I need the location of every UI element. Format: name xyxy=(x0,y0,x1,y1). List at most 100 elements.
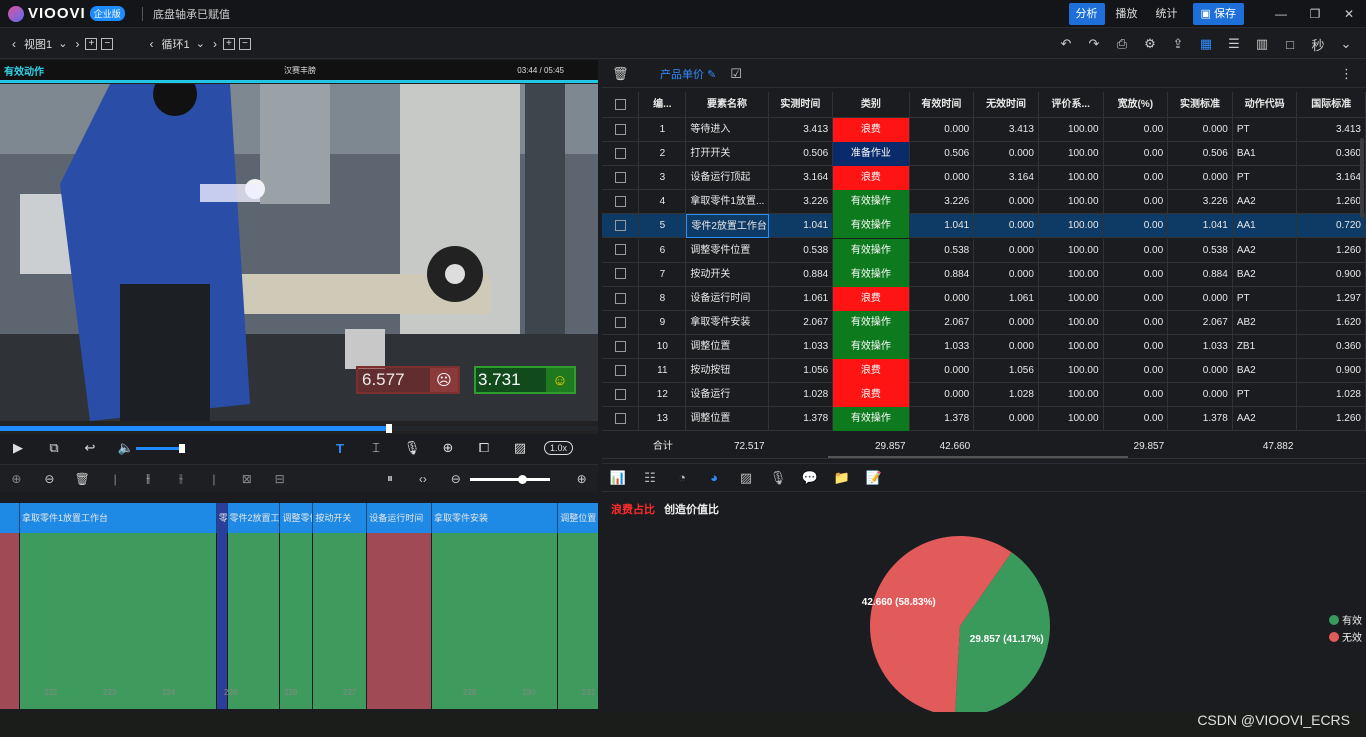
layout-grid-icon[interactable]: ▦ xyxy=(1192,36,1220,52)
cell-name[interactable]: 按动开关 xyxy=(686,262,769,287)
zoom-in-icon[interactable]: ⊕ xyxy=(565,472,598,486)
cell-name[interactable]: 设备运行 xyxy=(686,383,769,408)
select-all-checkbox[interactable] xyxy=(614,98,626,110)
row-checkbox[interactable] xyxy=(614,292,626,304)
table-row[interactable]: 6 调整零件位置 0.538 有效操作 0.538 0.000 100.00 0.00 0.53… xyxy=(602,238,1366,263)
export-icon[interactable]: ⇪ xyxy=(1164,36,1192,52)
row-checkbox[interactable] xyxy=(614,388,626,400)
remove-view-icon[interactable]: − xyxy=(101,37,114,50)
close-button[interactable]: ✕ xyxy=(1332,7,1366,21)
column-header[interactable]: 宽放(%) xyxy=(1104,92,1169,118)
row-checkbox-cell[interactable] xyxy=(602,166,640,191)
column-header[interactable]: 实测时间 xyxy=(769,92,834,118)
cell-name[interactable]: 拿取零件安装 xyxy=(686,310,769,335)
layout-cols-icon[interactable]: ▥ xyxy=(1248,36,1276,52)
add-view-icon[interactable]: + xyxy=(85,37,98,50)
chevron-left-icon[interactable]: ‹ xyxy=(149,37,153,51)
timeline-segment[interactable]: 拿取零件1放置工作台 xyxy=(20,503,217,709)
save-button[interactable]: ▣ 保存 xyxy=(1192,3,1244,25)
timeline-segment[interactable] xyxy=(0,503,20,709)
table-row[interactable]: 12 设备运行 1.028 浪费 0.000 1.028 100.00 0.00 0.000 PT… xyxy=(602,383,1366,408)
timeline-segment[interactable]: 拿取零件安装 xyxy=(432,503,559,709)
row-checkbox-cell[interactable] xyxy=(602,286,640,311)
chevron-right-icon[interactable]: › xyxy=(213,37,217,51)
row-checkbox-cell[interactable] xyxy=(602,262,640,287)
column-header[interactable]: 要素名称 xyxy=(686,92,769,118)
cell-name[interactable]: 等待进入 xyxy=(686,118,769,142)
image-icon[interactable]: ▨ xyxy=(730,470,762,486)
table-row[interactable]: 9 拿取零件安装 2.067 有效操作 2.067 0.000 100.00 0.00 2.06… xyxy=(602,310,1366,335)
row-checkbox-cell[interactable] xyxy=(602,142,640,167)
unit-select[interactable]: 秒 xyxy=(1304,35,1332,54)
row-checkbox-cell[interactable] xyxy=(602,118,640,142)
row-checkbox-cell[interactable] xyxy=(602,238,640,263)
unit-price-link[interactable]: 产品单价 ✎ xyxy=(660,66,716,82)
row-checkbox-cell[interactable] xyxy=(602,383,640,408)
timeline-segment[interactable]: 零件2放置工作台 xyxy=(216,503,228,709)
timeline-segment[interactable]: 调整零件位置 xyxy=(280,503,314,709)
image-icon[interactable]: ▨ xyxy=(502,440,538,456)
row-checkbox-cell[interactable] xyxy=(602,190,640,215)
delete-icon[interactable]: 🗑 xyxy=(66,472,99,486)
column-header[interactable]: 编... xyxy=(639,92,687,118)
table-row[interactable]: 1 等待进入 3.413 浪费 0.000 3.413 100.00 0.00 0.000 PT 3… xyxy=(602,118,1366,142)
table-horizontal-scrollbar[interactable] xyxy=(828,456,1128,458)
table-row[interactable]: 2 打开开关 0.506 准备作业 0.506 0.000 100.00 0.00 0.506 B… xyxy=(602,142,1366,167)
microphone-icon[interactable]: 🎙 xyxy=(394,440,430,456)
settings-icon[interactable]: ⚙ xyxy=(1136,36,1164,52)
row-checkbox[interactable] xyxy=(614,123,626,135)
row-checkbox-cell[interactable] xyxy=(602,334,640,359)
align-icon[interactable]: ⏸ xyxy=(374,471,407,486)
column-header[interactable]: 有效时间 xyxy=(910,92,975,118)
minimize-button[interactable]: — xyxy=(1264,7,1298,21)
cell-name[interactable]: 打开开关 xyxy=(686,142,769,167)
scrubber-handle[interactable] xyxy=(385,424,392,433)
filter-icon[interactable]: ☷ xyxy=(634,470,666,486)
code-icon[interactable]: ‹› xyxy=(406,472,439,486)
microphone-icon[interactable]: 🎙 xyxy=(762,470,794,486)
timeline-segment[interactable]: 设备运行时间 xyxy=(367,503,433,709)
row-checkbox-cell[interactable] xyxy=(602,359,640,383)
cell-name[interactable]: 零件2放置工作台 xyxy=(686,214,769,239)
check-list-icon[interactable]: ☑ xyxy=(730,66,750,82)
table-row[interactable]: 11 按动按钮 1.056 浪费 0.000 1.056 100.00 0.00 0.000 BA… xyxy=(602,359,1366,383)
timeline-segment[interactable]: 按动开关 xyxy=(313,503,368,709)
table-row[interactable]: 5 零件2放置工作台 1.041 有效操作 1.041 0.000 100.00 0.00 1.… xyxy=(602,214,1366,239)
merge-icon[interactable]: ⫳ xyxy=(165,471,198,486)
cell-name[interactable]: 设备运行时间 xyxy=(686,286,769,311)
row-checkbox[interactable] xyxy=(614,316,626,328)
volume-handle[interactable] xyxy=(179,443,185,453)
cell-name[interactable]: 拿取零件1放置... xyxy=(686,190,769,215)
pie-chart-icon[interactable]: ◕ xyxy=(698,470,730,485)
cell-name[interactable]: 调整位置 xyxy=(686,407,769,432)
row-checkbox-cell[interactable] xyxy=(602,214,640,239)
row-checkbox[interactable] xyxy=(614,244,626,256)
row-checkbox[interactable] xyxy=(614,268,626,280)
timeline-zoom-slider[interactable] xyxy=(470,475,550,484)
minus-box-icon[interactable]: ⊟ xyxy=(263,472,296,486)
delete-icon[interactable]: 🗑 xyxy=(612,66,632,82)
zoom-handle[interactable] xyxy=(518,475,527,484)
row-checkbox[interactable] xyxy=(614,413,626,425)
print-icon[interactable]: ⎙ xyxy=(1108,36,1136,52)
column-header[interactable]: 评价系... xyxy=(1039,92,1104,118)
row-checkbox[interactable] xyxy=(614,147,626,159)
add-segment-icon[interactable]: ⊕ xyxy=(0,472,33,486)
video-scrubber[interactable] xyxy=(0,424,598,433)
zoom-out-icon[interactable]: ⊖ xyxy=(439,472,472,486)
column-header[interactable]: 无效时间 xyxy=(974,92,1039,118)
loop-select[interactable]: 循环1 ⌄ xyxy=(161,36,204,52)
bar-chart-icon[interactable]: 📊 xyxy=(602,470,634,486)
undo-icon[interactable]: ↶ xyxy=(1052,36,1080,52)
gauge-icon[interactable]: ◔ xyxy=(666,470,698,485)
cell-name[interactable]: 调整位置 xyxy=(686,334,769,359)
row-checkbox-cell[interactable] xyxy=(602,407,640,432)
table-row[interactable]: 3 设备运行顶起 3.164 浪费 0.000 3.164 100.00 0.00 0.000 P… xyxy=(602,166,1366,191)
header-checkbox-cell[interactable] xyxy=(602,92,640,118)
analyze-button[interactable]: 分析 xyxy=(1068,3,1105,25)
view-select[interactable]: 视图1 ⌄ xyxy=(24,36,67,52)
folder-icon[interactable]: 📁 xyxy=(826,470,858,486)
row-checkbox[interactable] xyxy=(614,364,626,376)
chevron-down-icon[interactable]: ⌄ xyxy=(1332,36,1360,52)
cell-name[interactable]: 调整零件位置 xyxy=(686,238,769,263)
